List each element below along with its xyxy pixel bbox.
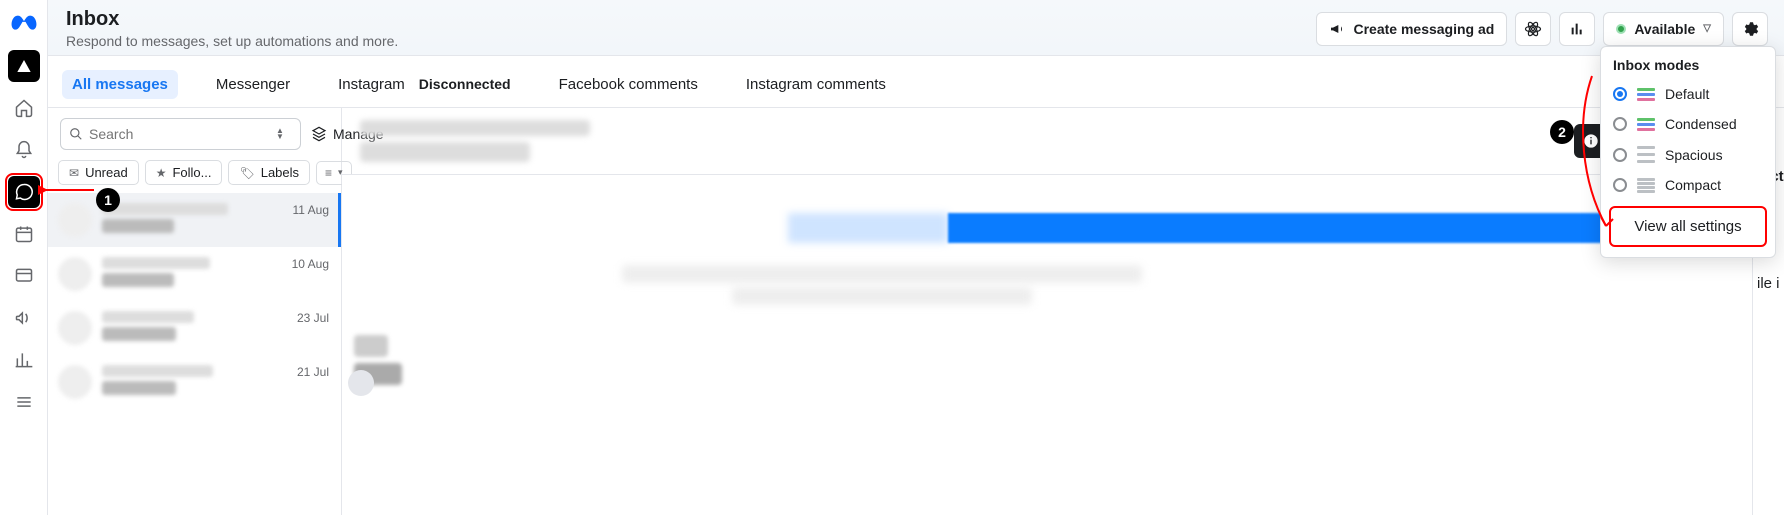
availability-label: Available [1634, 21, 1695, 37]
tab-ig-comments[interactable]: Instagram comments [736, 70, 896, 99]
inbox-tabs: All messages Messenger Instagram Disconn… [48, 56, 1784, 108]
rail-insights-icon[interactable] [8, 344, 40, 376]
mode-label: Compact [1665, 177, 1721, 193]
page-title: Inbox [66, 8, 398, 31]
tag-icon: 🏷 [239, 166, 254, 180]
thread-date: 11 Aug [293, 203, 329, 217]
conversation-pane [342, 108, 1752, 515]
contact-name [360, 120, 590, 162]
settings-gear-button[interactable] [1732, 12, 1768, 46]
meta-logo[interactable] [9, 10, 39, 40]
tab-fb-comments[interactable]: Facebook comments [549, 70, 708, 99]
mail-icon: ✉ [69, 166, 79, 180]
atom-button[interactable] [1515, 12, 1551, 46]
view-all-settings-button[interactable]: View all settings [1609, 206, 1767, 247]
thread-item[interactable]: 23 Jul [48, 301, 341, 355]
avatar [348, 370, 374, 396]
sliders-icon: ≡ [325, 166, 332, 180]
rail-menu-icon[interactable] [8, 386, 40, 418]
instagram-status: Disconnected [419, 76, 511, 92]
tab-instagram[interactable]: Instagram Disconnected [328, 70, 521, 99]
mode-default-icon [1637, 88, 1655, 101]
thread-item[interactable]: 10 Aug [48, 247, 341, 301]
rail-triangle-icon[interactable] [8, 50, 40, 82]
filter-unread[interactable]: ✉Unread [58, 160, 139, 185]
tab-instagram-label: Instagram [338, 76, 405, 93]
avatar [58, 365, 92, 399]
mode-label: Condensed [1665, 116, 1737, 132]
page-header: Inbox Respond to messages, set up automa… [48, 0, 1784, 56]
mode-compact[interactable]: Compact [1601, 170, 1775, 200]
create-ad-label: Create messaging ad [1353, 21, 1494, 37]
avatar [58, 203, 92, 237]
annotation-badge-2: 2 [1550, 120, 1574, 144]
thread-item[interactable]: 11 Aug [48, 193, 341, 247]
availability-button[interactable]: Available ▽ [1603, 12, 1724, 46]
filter-followup[interactable]: ★Follo... [145, 160, 223, 185]
thread-date: 10 Aug [292, 257, 329, 271]
conversation-list: ▲▼ Manage ✉Unread ★Follo... 🏷Labels ≡▾ [48, 108, 342, 515]
rail-bell-icon[interactable] [8, 134, 40, 166]
megaphone-icon [1329, 21, 1345, 37]
star-icon: ★ [156, 166, 167, 180]
thread-date: 21 Jul [297, 365, 329, 379]
settings-popover: Inbox modes Default Condensed Spacious C… [1600, 46, 1776, 258]
mode-label: Default [1665, 86, 1709, 102]
annotation-badge-1: 1 [96, 188, 120, 212]
status-dot-icon [1616, 24, 1626, 34]
rail-inbox-icon[interactable] [8, 176, 40, 208]
avatar [58, 311, 92, 345]
radio-icon [1613, 148, 1627, 162]
search-icon [69, 127, 83, 141]
mode-spacious[interactable]: Spacious [1601, 139, 1775, 170]
mode-spacious-icon [1637, 146, 1655, 163]
popover-title: Inbox modes [1601, 55, 1775, 79]
create-messaging-ad-button[interactable]: Create messaging ad [1316, 12, 1507, 46]
radio-icon [1613, 87, 1627, 101]
page-subtitle: Respond to messages, set up automations … [66, 33, 398, 49]
thread-date: 23 Jul [297, 311, 329, 325]
avatar [58, 257, 92, 291]
stats-button[interactable] [1559, 12, 1595, 46]
rail-home-icon[interactable] [8, 92, 40, 124]
tab-messenger[interactable]: Messenger [206, 70, 300, 99]
mode-condensed[interactable]: Condensed [1601, 109, 1775, 139]
radio-icon [1613, 178, 1627, 192]
radio-icon [1613, 117, 1627, 131]
search-input[interactable] [89, 126, 270, 142]
mode-default[interactable]: Default [1601, 79, 1775, 109]
rside-line: ile i [1757, 275, 1780, 292]
redacted-text [732, 287, 1032, 305]
tab-all-messages[interactable]: All messages [62, 70, 178, 99]
search-input-wrap[interactable]: ▲▼ [60, 118, 301, 150]
redacted-text [622, 265, 1142, 283]
rail-megaphone-icon[interactable] [8, 302, 40, 334]
filter-labels[interactable]: 🏷Labels [228, 160, 310, 185]
mode-compact-icon [1637, 178, 1655, 193]
stepper-icon[interactable]: ▲▼ [276, 128, 292, 140]
rail-calendar-icon[interactable] [8, 218, 40, 250]
rail-posts-icon[interactable] [8, 260, 40, 292]
thread-item[interactable]: 21 Jul [48, 355, 341, 409]
mode-label: Spacious [1665, 147, 1723, 163]
left-rail [0, 0, 48, 515]
mode-condensed-icon [1637, 118, 1655, 131]
chevron-down-icon: ▽ [1703, 23, 1711, 34]
